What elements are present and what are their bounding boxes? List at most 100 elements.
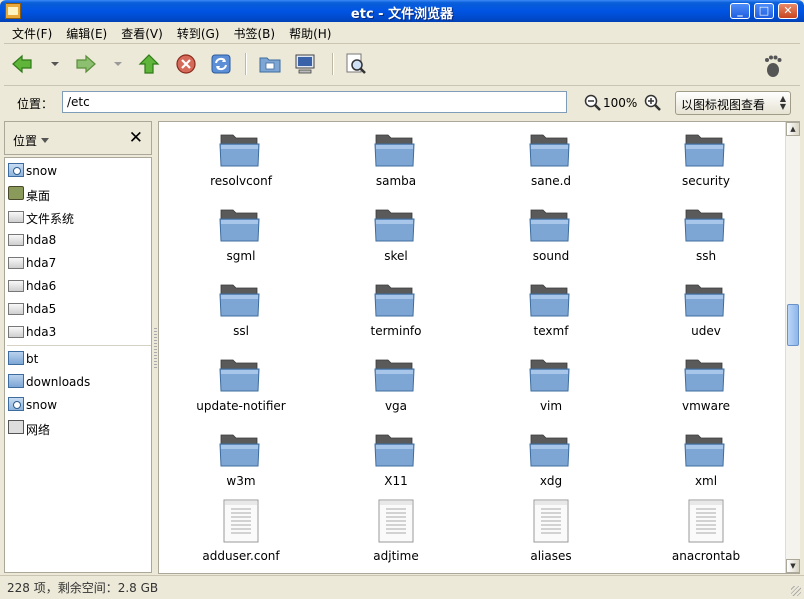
sidebar-item-network[interactable]: 网络 [7, 418, 147, 438]
pane-resize-handle[interactable] [154, 328, 157, 368]
folder-icon [684, 209, 725, 242]
maximize-button[interactable]: □ [754, 3, 774, 19]
folder-item[interactable]: sgml [176, 199, 306, 274]
folder-item[interactable]: update-notifier [176, 349, 306, 424]
folder-icon [684, 284, 725, 317]
sidebar-item-hda6[interactable]: hda6 [7, 276, 147, 296]
forward-history-dropdown[interactable] [114, 62, 122, 66]
home-folder-icon[interactable] [258, 52, 282, 76]
folder-icon [529, 434, 570, 467]
item-label: sgml [226, 249, 256, 263]
folder-icon [374, 434, 415, 467]
file-item[interactable]: anacrontab [641, 499, 771, 573]
vertical-scrollbar[interactable]: ▲ ▼ [785, 122, 800, 573]
item-label: resolvconf [210, 174, 272, 188]
sidebar-item-snow[interactable]: snow [7, 395, 147, 415]
view-mode-select[interactable]: 以图标视图查看 ▲ ▼ [675, 91, 791, 115]
sidebar-item-label: hda3 [26, 325, 57, 339]
search-icon[interactable] [344, 52, 368, 76]
drive-icon [8, 326, 24, 338]
item-label: terminfo [370, 324, 422, 338]
item-label: anacrontab [671, 549, 741, 563]
item-label: ssl [233, 324, 249, 338]
sidebar-type-label[interactable]: 位置 [13, 132, 37, 149]
folder-item[interactable]: resolvconf [176, 124, 306, 199]
folder-item[interactable]: xdg [486, 424, 616, 499]
folder-item[interactable]: vmware [641, 349, 771, 424]
zoom-level[interactable]: 100% [603, 96, 637, 110]
sidebar-item-hda7[interactable]: hda7 [7, 253, 147, 273]
folder-item[interactable]: skel [331, 199, 461, 274]
folder-item[interactable]: xml [641, 424, 771, 499]
folder-item[interactable]: security [641, 124, 771, 199]
item-label: adduser.conf [202, 549, 280, 563]
desktop-icon [8, 186, 24, 200]
file-item[interactable]: adduser.conf [176, 499, 306, 573]
location-input[interactable] [62, 91, 567, 113]
file-item[interactable]: adjtime [331, 499, 461, 573]
folder-item[interactable]: vim [486, 349, 616, 424]
scroll-down-button[interactable]: ▼ [786, 559, 800, 573]
stop-icon[interactable] [174, 52, 198, 76]
close-sidebar-button[interactable]: ✕ [129, 128, 143, 148]
window-title: etc - 文件浏览器 [350, 7, 454, 22]
menu-view[interactable]: 查看(V) [113, 22, 169, 42]
folder-item[interactable]: udev [641, 274, 771, 349]
sidebar-item-hda3[interactable]: hda3 [7, 322, 147, 342]
text-file-icon [533, 499, 569, 543]
folder-icon [529, 284, 570, 317]
folder-icon [374, 284, 415, 317]
folder-icon [529, 134, 570, 167]
sidebar-item-hda5[interactable]: hda5 [7, 299, 147, 319]
folder-item[interactable]: terminfo [331, 274, 461, 349]
minimize-button[interactable]: _ [730, 3, 750, 19]
menu-edit[interactable]: 编辑(E) [58, 22, 113, 42]
folder-item[interactable]: ssh [641, 199, 771, 274]
network-icon [8, 420, 24, 434]
file-item[interactable]: aliases [486, 499, 616, 573]
window-resize-grip[interactable] [791, 586, 801, 596]
zoom-out-icon[interactable] [584, 94, 602, 112]
folder-item[interactable]: samba [331, 124, 461, 199]
back-history-dropdown[interactable] [51, 62, 59, 66]
scroll-up-button[interactable]: ▲ [786, 122, 800, 136]
icon-view[interactable]: resolvconf samba sane.d security sgml skel sou… [158, 121, 800, 574]
sidebar-item-filesystem[interactable]: 文件系统 [7, 207, 147, 227]
item-label: udev [691, 324, 721, 338]
forward-icon[interactable] [74, 52, 98, 76]
sidebar-item-downloads[interactable]: downloads [7, 372, 147, 392]
folder-item[interactable]: X11 [331, 424, 461, 499]
zoom-in-icon[interactable] [644, 94, 662, 112]
folder-icon [219, 209, 260, 242]
sidebar-item-bt[interactable]: bt [7, 349, 147, 369]
close-window-button[interactable]: ✕ [778, 3, 798, 19]
folder-item[interactable]: sane.d [486, 124, 616, 199]
up-icon[interactable] [137, 52, 161, 76]
view-mode-value: 以图标视图查看 [681, 98, 766, 112]
folder-item[interactable]: sound [486, 199, 616, 274]
back-icon[interactable] [10, 52, 34, 76]
item-label: xdg [539, 474, 563, 488]
folder-item[interactable]: vga [331, 349, 461, 424]
item-label: vim [539, 399, 563, 413]
menu-file[interactable]: 文件(F) [4, 22, 58, 42]
title-bar[interactable]: etc - 文件浏览器 _ □ ✕ [0, 0, 804, 22]
computer-icon[interactable] [293, 52, 317, 76]
sidebar-type-dropdown-icon[interactable] [41, 138, 49, 143]
gnome-foot-icon[interactable] [762, 54, 784, 78]
sidebar-item-home[interactable]: snow [7, 161, 147, 181]
scrollbar-thumb[interactable] [787, 304, 799, 346]
sidebar-item-desktop[interactable]: 桌面 [7, 184, 147, 204]
menu-go[interactable]: 转到(G) [169, 22, 226, 42]
home-icon [8, 163, 24, 177]
item-label: security [682, 174, 730, 188]
menu-bookmarks[interactable]: 书签(B) [225, 22, 281, 42]
item-label: adjtime [373, 549, 419, 563]
sidebar-item-hda8[interactable]: hda8 [7, 230, 147, 250]
folder-item[interactable]: ssl [176, 274, 306, 349]
folder-icon [684, 134, 725, 167]
folder-item[interactable]: w3m [176, 424, 306, 499]
folder-item[interactable]: texmf [486, 274, 616, 349]
reload-icon[interactable] [209, 52, 233, 76]
menu-help[interactable]: 帮助(H) [281, 22, 337, 42]
